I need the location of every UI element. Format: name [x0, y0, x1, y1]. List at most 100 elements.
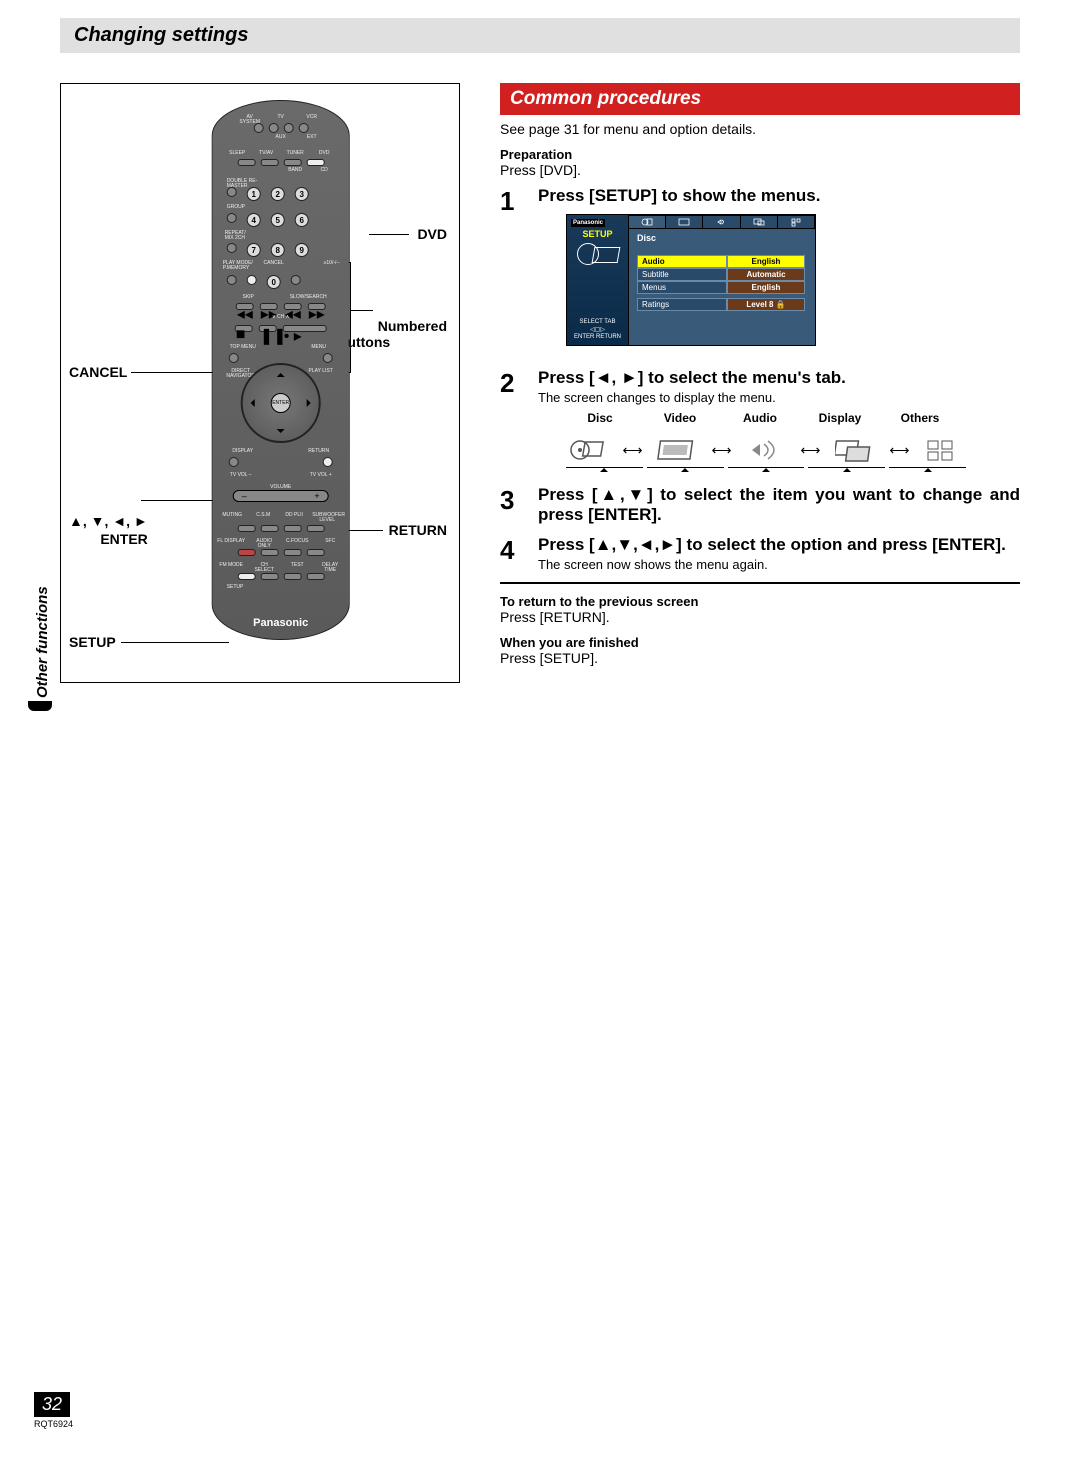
divider: [500, 582, 1020, 584]
tab-h-display: Display: [806, 411, 874, 425]
btn-stop[interactable]: ■: [235, 325, 253, 332]
page-header: Changing settings: [60, 18, 1020, 53]
btn-num-1[interactable]: 1: [247, 187, 261, 201]
btn-s10[interactable]: [291, 275, 301, 285]
btn-repeat[interactable]: [227, 243, 237, 253]
btn-power-tv[interactable]: [268, 123, 278, 133]
tab-icon-others: [922, 435, 966, 465]
remote-brand: Panasonic: [213, 617, 349, 629]
btn-skip-prev[interactable]: ◂◂: [236, 303, 254, 310]
lbl-s10: ≥10/-/--: [320, 261, 344, 271]
btn-csm[interactable]: [260, 525, 278, 532]
osd-row-ratings-k: Ratings: [637, 298, 727, 311]
lbl-menu: MENU: [301, 345, 337, 350]
finish-body: Press [SETUP].: [500, 650, 1020, 666]
btn-pause[interactable]: ❚❚: [259, 325, 277, 332]
btn-audio-only[interactable]: [260, 549, 278, 556]
btn-enter[interactable]: ENTER: [271, 393, 291, 413]
osd-setup-screen: Panasonic SETUP SELECT TAB ◁▢▷ ENTER RET…: [566, 214, 816, 346]
btn-group[interactable]: [227, 213, 237, 223]
lbl-csm: C.S.M: [250, 513, 276, 523]
btn-down[interactable]: [277, 429, 285, 437]
callout-cancel: CANCEL: [69, 364, 127, 380]
btn-play[interactable]: • ▸: [283, 325, 327, 332]
btn-display[interactable]: [229, 457, 239, 467]
btn-dvd-cd[interactable]: [306, 159, 324, 166]
lbl-cancel: CANCEL: [262, 261, 286, 271]
btn-sfc[interactable]: [306, 549, 324, 556]
arrow-icon: ⟷: [711, 442, 731, 459]
osd-tab-audio-icon: [703, 215, 740, 229]
step-4-num: 4: [500, 535, 528, 572]
step-2-num: 2: [500, 368, 528, 475]
btn-delaytime[interactable]: [306, 573, 324, 580]
btn-ext[interactable]: [298, 123, 308, 133]
btn-subwoofer[interactable]: [306, 525, 324, 532]
btn-slow-fwd[interactable]: ▸▸: [308, 303, 326, 310]
osd-tab-video-icon: [666, 215, 703, 229]
btn-remaster[interactable]: [227, 187, 237, 197]
btn-num-3[interactable]: 3: [295, 187, 309, 201]
btn-setup-fmmode[interactable]: [237, 573, 255, 580]
lbl-cd: CD: [312, 168, 336, 173]
btn-return[interactable]: [323, 457, 333, 467]
remote-diagram: CANCEL ▲, ▼, ◄, ► ENTER SETUP DVD: [60, 83, 460, 683]
btn-test[interactable]: [283, 573, 301, 580]
btn-tvav[interactable]: [260, 159, 278, 166]
btn-num-7[interactable]: 7: [247, 243, 261, 257]
step-2-main: Press [◄, ►] to select the menu's tab.: [538, 368, 1020, 388]
btn-tuner-band[interactable]: [283, 159, 301, 166]
btn-num-5[interactable]: 5: [271, 213, 285, 227]
btn-aux[interactable]: [283, 123, 293, 133]
btn-left[interactable]: [247, 399, 255, 407]
arrow-icon: ⟷: [622, 442, 642, 459]
btn-volume-rocker[interactable]: –+: [233, 490, 329, 502]
callout-arrows-enter-label: ▲, ▼, ◄, ► ENTER: [69, 512, 148, 548]
osd-row-subtitle-v: Automatic: [727, 268, 805, 281]
lbl-playmode: PLAY MODE/ P.MEMORY: [223, 261, 257, 271]
remote-body: AV SYSTEM TV VCR AUX EXT: [212, 100, 350, 640]
callout-numbered: Numbered buttons: [339, 302, 447, 430]
lbl-skip: SKIP: [223, 295, 273, 300]
lbl-ddpl: DD PLII: [281, 513, 307, 523]
btn-topmenu[interactable]: [229, 353, 239, 363]
btn-menu[interactable]: [323, 353, 333, 363]
btn-num-0[interactable]: 0: [267, 275, 281, 289]
tab-h-video: Video: [646, 411, 714, 425]
osd-row-subtitle: Subtitle Automatic: [637, 268, 805, 281]
callout-return-label: RETURN: [389, 522, 447, 538]
btn-power-avsystem[interactable]: [253, 123, 263, 133]
btn-num-6[interactable]: 6: [295, 213, 309, 227]
osd-hint: SELECT TAB ◁▢▷ ENTER RETURN: [569, 319, 626, 341]
btn-cancel[interactable]: [247, 275, 257, 285]
btn-fl-display[interactable]: [237, 549, 255, 556]
btn-num-8[interactable]: 8: [271, 243, 285, 257]
doc-code: RQT6924: [34, 1419, 73, 1429]
lbl-ext: EXT: [299, 135, 325, 140]
osd-row-audio-v: English: [727, 255, 805, 268]
step-1-main: Press [SETUP] to show the menus.: [538, 186, 1020, 206]
lbl-fmmode: FM MODE: [217, 563, 245, 573]
btn-num-4[interactable]: 4: [247, 213, 261, 227]
btn-sleep[interactable]: [237, 159, 255, 166]
btn-ddpl[interactable]: [283, 525, 301, 532]
btn-num-9[interactable]: 9: [295, 243, 309, 257]
lbl-delaytime: DELAY TIME: [316, 563, 344, 573]
tab-icon-audio: [744, 435, 788, 465]
osd-row-audio-k: Audio: [637, 255, 727, 268]
dpad: ENTER: [241, 363, 321, 443]
btn-muting[interactable]: [237, 525, 255, 532]
btn-slow-rev[interactable]: ◂◂: [284, 303, 302, 310]
btn-num-2[interactable]: 2: [271, 187, 285, 201]
tab-headings: Disc Video Audio Display Others: [566, 411, 1020, 425]
btn-skip-next[interactable]: ▸▸: [260, 303, 278, 310]
btn-up[interactable]: [277, 369, 285, 377]
btn-cfocus[interactable]: [283, 549, 301, 556]
lbl-tuner: TUNER: [283, 151, 307, 156]
btn-chselect[interactable]: [260, 573, 278, 580]
btn-right[interactable]: [307, 399, 315, 407]
btn-playmode[interactable]: [227, 275, 237, 285]
step-3-main: Press [▲,▼] to select the item you want …: [538, 485, 1020, 525]
callout-setup: SETUP: [69, 634, 116, 650]
osd-row-audio: Audio English: [637, 255, 805, 268]
